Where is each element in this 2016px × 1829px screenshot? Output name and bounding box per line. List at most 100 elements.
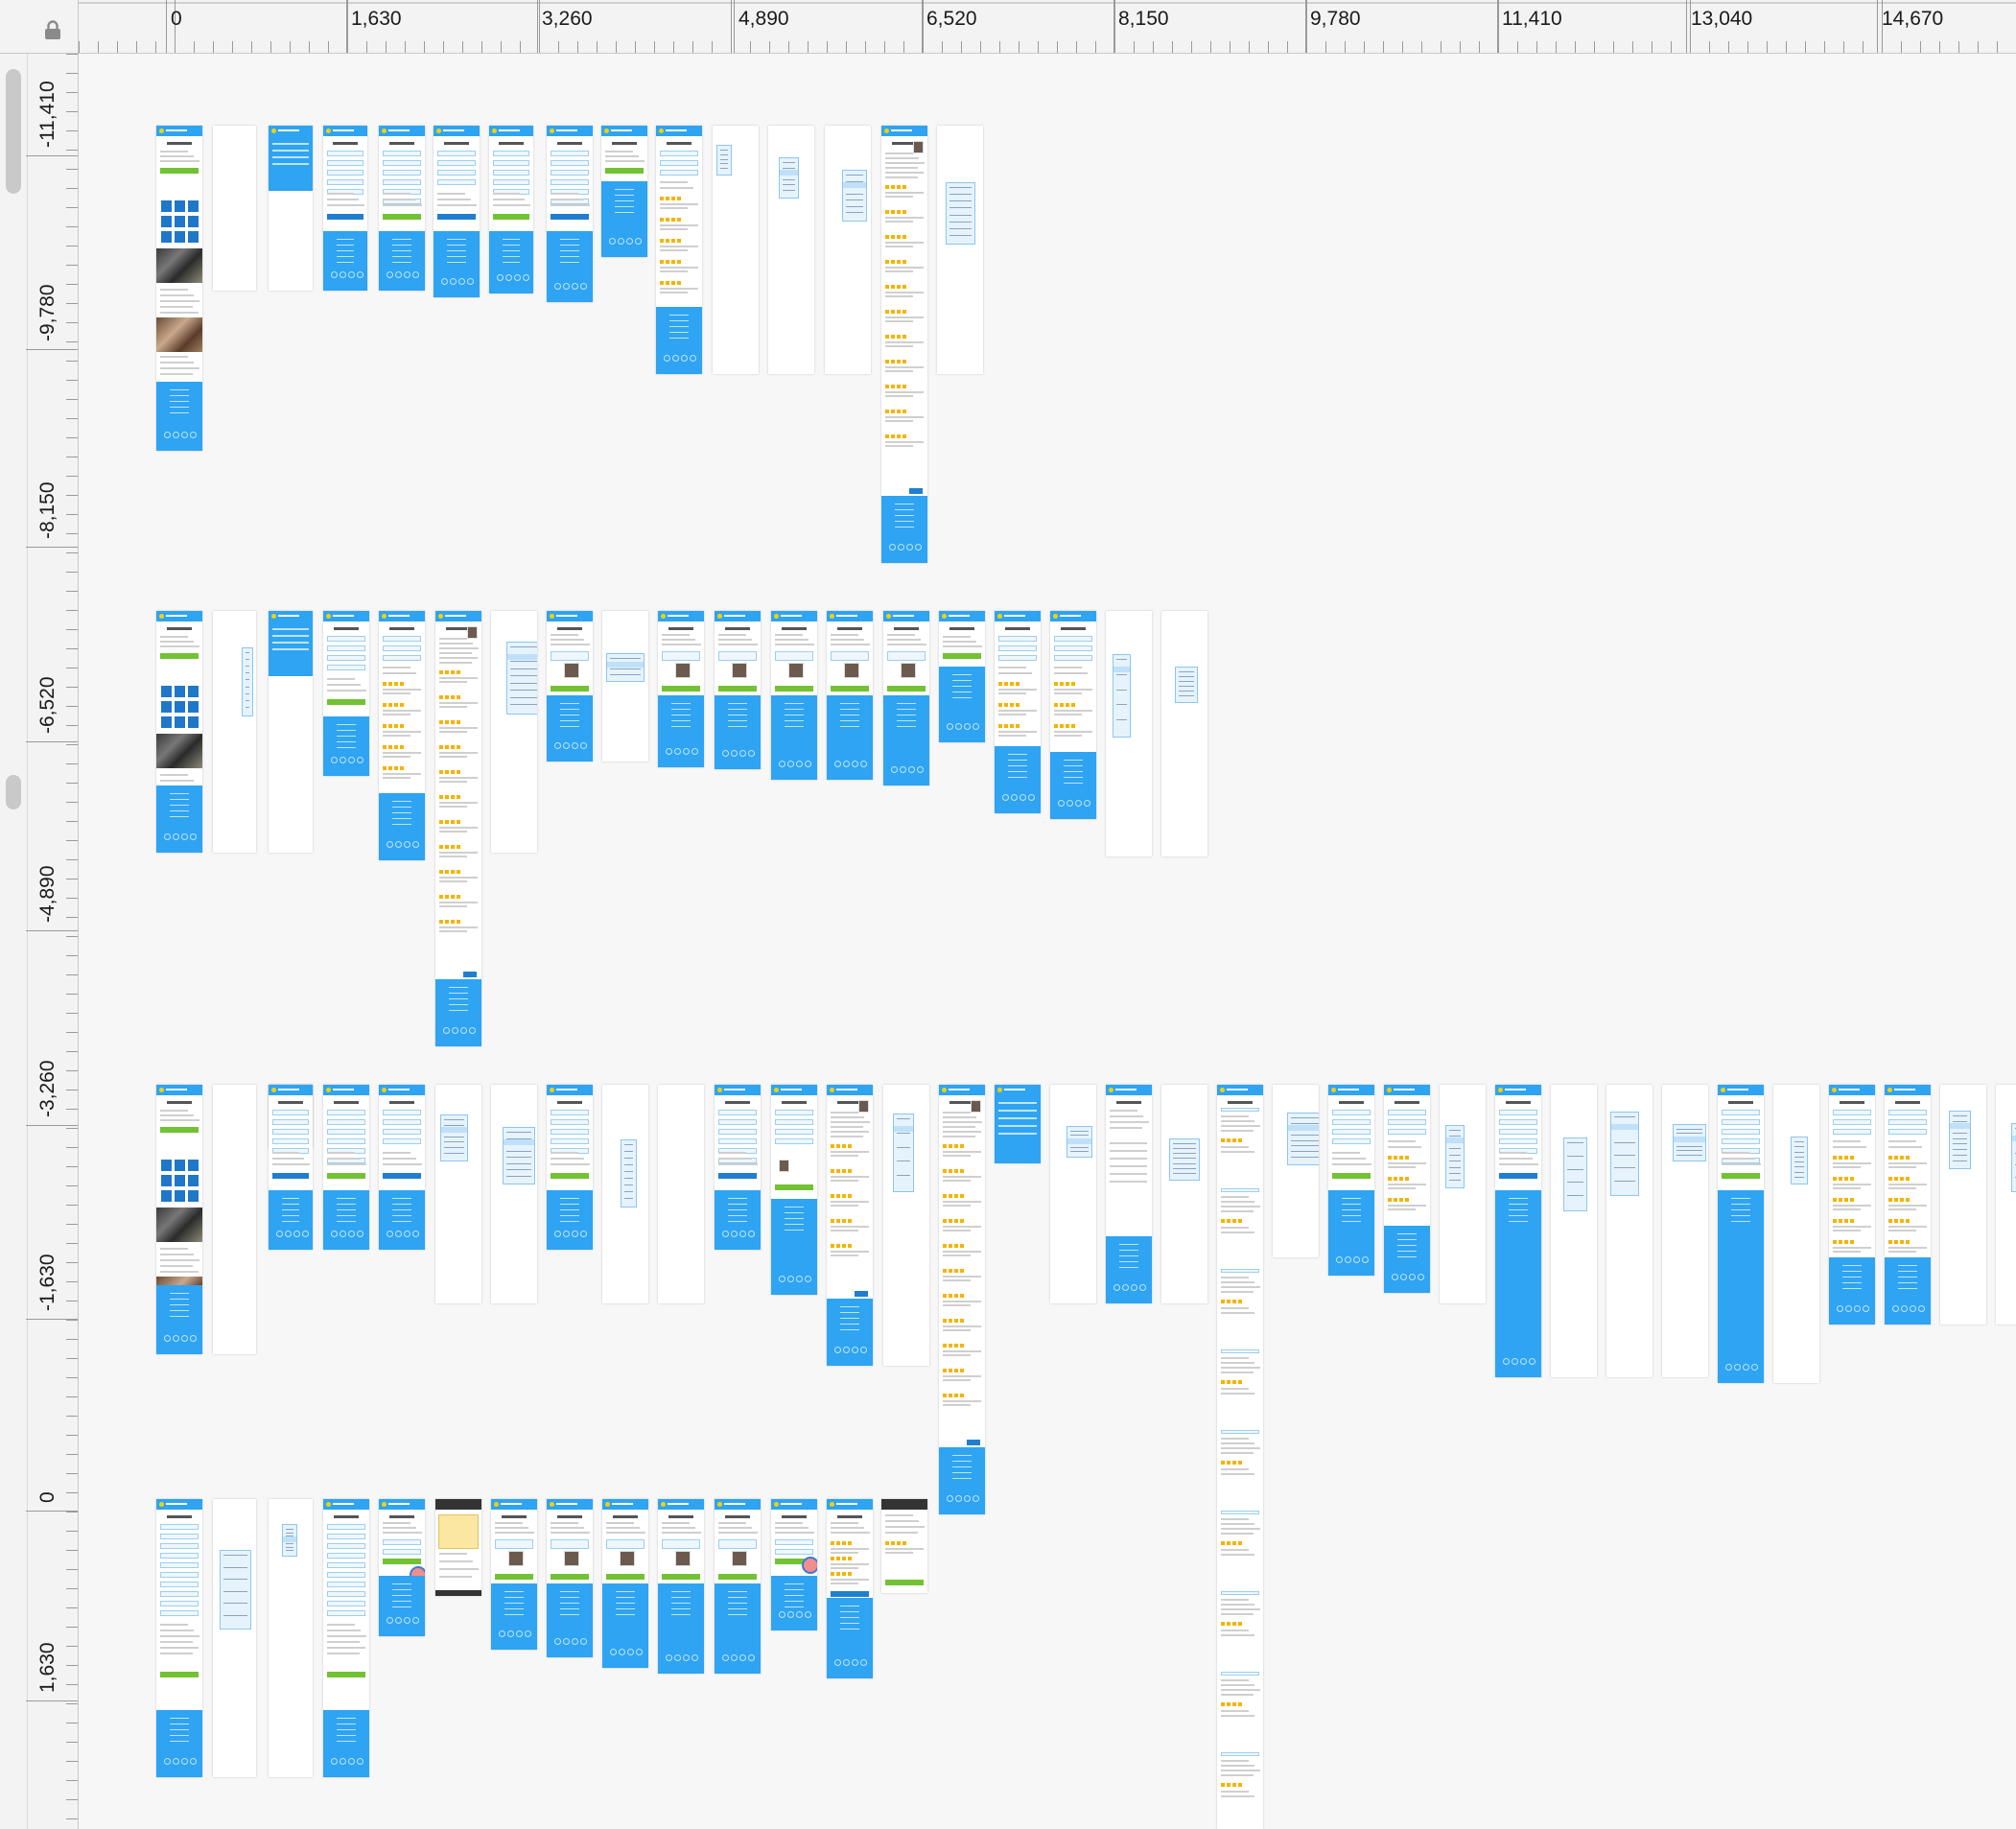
next-button	[662, 1574, 700, 1580]
artboard[interactable]	[1718, 1085, 1764, 1383]
artboard[interactable]	[1885, 1085, 1931, 1325]
vertical-scroll-thumb-secondary[interactable]	[6, 775, 21, 809]
artboard[interactable]	[269, 1499, 313, 1777]
footer-link	[1008, 760, 1027, 761]
lock-icon[interactable]	[42, 19, 63, 40]
artboard[interactable]	[1050, 1085, 1096, 1303]
artboard[interactable]	[269, 611, 313, 853]
artboard[interactable]	[825, 126, 871, 374]
artboard[interactable]	[658, 1085, 704, 1303]
artboard[interactable]	[156, 611, 202, 853]
artboard[interactable]	[1440, 1085, 1486, 1303]
artboard[interactable]	[1384, 1085, 1430, 1293]
social-icon	[692, 1654, 698, 1661]
vertical-ruler[interactable]: -11,410 -9,780 -8,150 -6,520 -4,890 -3,260 -1,…	[0, 0, 79, 1829]
ruler-tick	[1767, 41, 1768, 53]
artboard[interactable]	[715, 1499, 761, 1674]
artboard-footer	[156, 1710, 202, 1777]
artboard[interactable]	[213, 1085, 256, 1354]
artboard[interactable]	[1940, 1085, 1986, 1325]
artboard[interactable]	[1773, 1085, 1819, 1383]
artboard[interactable]	[715, 611, 761, 769]
artboard[interactable]	[771, 611, 817, 780]
artboard[interactable]	[379, 1085, 425, 1250]
artboard[interactable]	[602, 611, 648, 762]
artboard[interactable]	[156, 126, 202, 451]
artboard[interactable]	[602, 1085, 648, 1303]
artboard[interactable]	[491, 611, 537, 853]
artboard[interactable]	[881, 1499, 927, 1593]
artboard[interactable]	[379, 611, 425, 860]
artboard[interactable]	[883, 1085, 929, 1366]
artboard[interactable]	[1996, 1085, 2016, 1325]
artboard[interactable]	[1106, 1085, 1152, 1303]
screen-title	[1060, 627, 1087, 630]
artboard[interactable]	[771, 1499, 817, 1630]
artboard[interactable]	[491, 1499, 537, 1650]
artboard[interactable]	[1273, 1085, 1319, 1257]
artboard[interactable]	[827, 1085, 873, 1366]
artboard[interactable]	[323, 1085, 369, 1250]
artboard[interactable]	[768, 126, 814, 374]
artboard[interactable]	[658, 611, 704, 767]
artboard[interactable]	[323, 611, 369, 776]
artboard[interactable]	[602, 1499, 648, 1668]
artboard[interactable]	[1217, 1085, 1263, 1829]
artboard[interactable]	[827, 611, 873, 780]
artboard[interactable]	[547, 611, 593, 762]
artboard[interactable]	[995, 1085, 1041, 1163]
artboard[interactable]	[827, 1499, 873, 1678]
artboard[interactable]	[1161, 611, 1207, 856]
artboard[interactable]	[435, 1499, 481, 1596]
artboard[interactable]	[213, 1499, 256, 1777]
artboard[interactable]	[269, 1085, 313, 1250]
artboard[interactable]	[939, 611, 985, 742]
artboard[interactable]	[379, 1499, 425, 1636]
artboard[interactable]	[213, 611, 256, 853]
artboard[interactable]	[547, 126, 593, 302]
review-line	[383, 689, 421, 691]
artboard[interactable]	[658, 1499, 704, 1674]
artboard[interactable]	[1606, 1085, 1653, 1377]
horizontal-ruler[interactable]: 0 1,630 3,260 4,890 6,520 8,150 9,780 11,410 13,…	[0, 0, 2016, 54]
artboard[interactable]	[937, 126, 983, 374]
artboard[interactable]	[939, 1085, 985, 1514]
ruler-corner[interactable]	[0, 0, 79, 54]
artboard[interactable]	[1662, 1085, 1708, 1377]
artboard[interactable]	[435, 611, 481, 1046]
artboard[interactable]	[1495, 1085, 1541, 1377]
next-button	[775, 686, 813, 692]
artboard[interactable]	[995, 611, 1041, 813]
artboard[interactable]	[715, 1085, 761, 1250]
artboard[interactable]	[269, 126, 313, 291]
design-canvas[interactable]	[79, 54, 2016, 1829]
artboard[interactable]	[489, 126, 533, 293]
artboard[interactable]	[713, 126, 759, 374]
artboard[interactable]	[379, 126, 425, 291]
artboard[interactable]	[1328, 1085, 1374, 1276]
review-line	[439, 802, 478, 804]
artboard[interactable]	[656, 126, 702, 374]
artboard[interactable]	[491, 1085, 537, 1303]
artboard[interactable]	[881, 126, 927, 563]
artboard[interactable]	[547, 1499, 593, 1657]
artboard[interactable]	[323, 1499, 369, 1777]
artboard[interactable]	[156, 1499, 202, 1777]
artboard[interactable]	[1106, 611, 1152, 856]
artboard[interactable]	[1829, 1085, 1875, 1325]
ruler-v-label: -11,410	[36, 81, 59, 148]
artboard[interactable]	[1161, 1085, 1207, 1303]
vertical-scroll-thumb[interactable]	[6, 69, 21, 194]
artboard[interactable]	[771, 1085, 817, 1295]
artboard[interactable]	[601, 126, 647, 257]
artboard[interactable]	[1551, 1085, 1597, 1377]
artboard[interactable]	[156, 1085, 202, 1354]
logo-icon	[550, 129, 554, 133]
artboard[interactable]	[434, 126, 480, 297]
artboard[interactable]	[323, 126, 367, 291]
artboard[interactable]	[1050, 611, 1096, 819]
artboard[interactable]	[547, 1085, 593, 1250]
artboard[interactable]	[883, 611, 929, 786]
artboard[interactable]	[435, 1085, 481, 1303]
artboard[interactable]	[213, 126, 256, 291]
